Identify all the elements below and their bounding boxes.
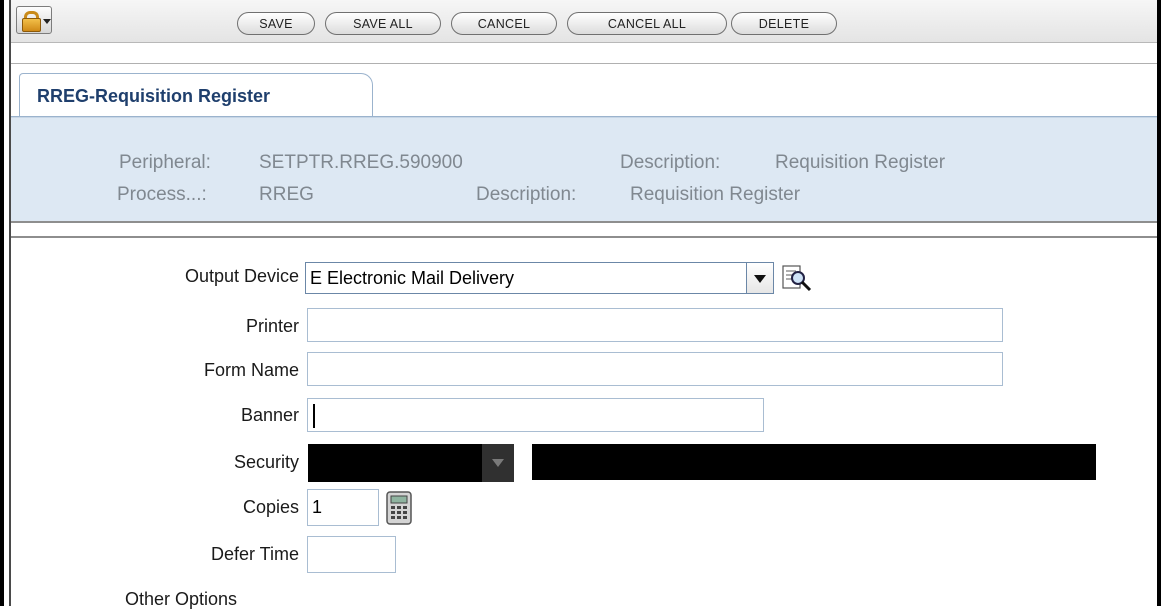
text-cursor <box>313 404 315 428</box>
chevron-down-icon <box>43 19 51 24</box>
peripheral-description-value: Requisition Register <box>775 152 946 173</box>
banner-input[interactable] <box>307 398 764 432</box>
cancel-all-button[interactable]: CANCEL ALL <box>567 12 727 35</box>
info-separator-top <box>11 221 1157 223</box>
delete-button[interactable]: DELETE <box>731 12 837 35</box>
info-separator-bottom <box>11 236 1157 238</box>
window-frame-inner-left <box>9 0 11 606</box>
form-name-input[interactable] <box>307 352 1003 386</box>
copies-input[interactable]: 1 <box>307 489 379 526</box>
defer-time-input[interactable] <box>307 536 396 573</box>
padlock-body <box>22 18 41 32</box>
padlock-menu-button[interactable] <box>16 6 52 34</box>
save-all-button[interactable]: SAVE ALL <box>325 12 441 35</box>
security-description-redacted <box>532 444 1096 480</box>
window-frame-right <box>1157 0 1161 606</box>
peripheral-description-label: Description: <box>620 152 721 173</box>
window-frame-left <box>0 0 4 606</box>
banner-label: Banner <box>240 405 299 425</box>
tab-rreg[interactable]: RREG-Requisition Register <box>19 73 373 117</box>
process-value: RREG <box>259 184 314 205</box>
security-label: Security <box>233 452 299 472</box>
output-device-dropdown-button[interactable] <box>746 262 774 294</box>
save-button[interactable]: SAVE <box>237 12 315 35</box>
output-device-label: Output Device <box>184 266 299 286</box>
calculator-icon[interactable] <box>385 490 413 526</box>
printer-label: Printer <box>245 316 299 336</box>
copies-label: Copies <box>242 497 299 517</box>
process-label: Process...: <box>117 184 207 205</box>
magnifier-lookup-icon[interactable] <box>781 263 813 293</box>
cancel-button[interactable]: CANCEL <box>451 12 557 35</box>
process-description-value: Requisition Register <box>630 184 801 205</box>
toolbar: SAVE SAVE ALL CANCEL CANCEL ALL DELETE <box>11 0 1157 43</box>
form-name-label: Form Name <box>203 360 299 380</box>
tab-label: RREG-Requisition Register <box>37 86 271 106</box>
info-panel: Peripheral: SETPTR.RREG.590900 Descripti… <box>11 117 1157 222</box>
security-select-redacted[interactable] <box>308 444 482 482</box>
output-device-select[interactable]: E Electronic Mail Delivery <box>305 262 747 294</box>
toolbar-divider <box>11 63 1157 64</box>
printer-input[interactable] <box>307 308 1003 342</box>
other-options-label: Other Options <box>125 589 238 609</box>
process-description-label: Description: <box>476 184 577 205</box>
security-dropdown-button[interactable] <box>482 444 514 482</box>
defer-time-label: Defer Time <box>210 544 299 564</box>
peripheral-value: SETPTR.RREG.590900 <box>259 152 463 173</box>
peripheral-label: Peripheral: <box>119 152 211 173</box>
